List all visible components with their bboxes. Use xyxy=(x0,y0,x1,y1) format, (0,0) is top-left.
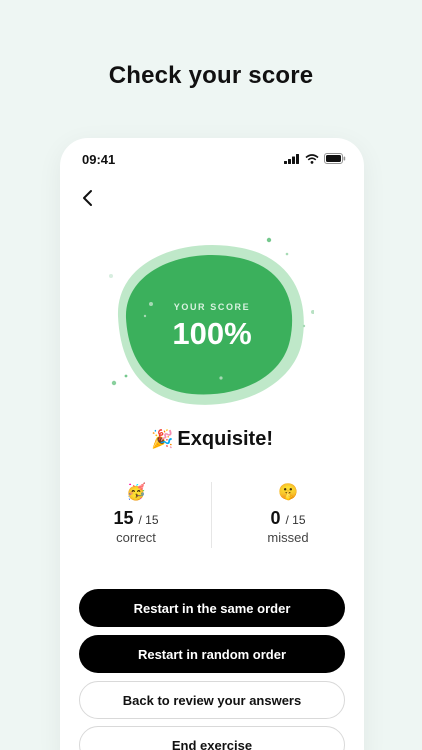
missed-count-total: / 15 xyxy=(285,513,306,527)
stat-correct: 🥳 15 / 15 correct xyxy=(60,482,212,545)
result-title: 🎉 Exquisite! xyxy=(60,428,364,451)
status-time: 09:41 xyxy=(82,152,116,167)
phone-screen: 09:41 YOUR SCORE 100% 🎉 Exquisite! 🥳 15 … xyxy=(60,138,364,750)
correct-count-value: 15 xyxy=(113,508,134,528)
stat-missed: 🤫 0 / 15 missed xyxy=(212,482,364,545)
shushing-face-icon: 🤫 xyxy=(278,484,298,501)
battery-icon xyxy=(324,153,346,164)
correct-label: correct xyxy=(116,530,156,545)
result-text: Exquisite! xyxy=(177,428,273,450)
signal-icon xyxy=(284,153,299,164)
score-value: 100% xyxy=(172,316,252,351)
page-headline: Check your score xyxy=(108,62,314,89)
review-answers-button[interactable]: Back to review your answers xyxy=(79,681,345,719)
correct-count: 15 / 15 xyxy=(60,508,212,529)
missed-count-value: 0 xyxy=(270,508,281,528)
correct-count-total: / 15 xyxy=(138,513,159,527)
status-icons xyxy=(284,153,346,164)
missed-count: 0 / 15 xyxy=(212,508,364,529)
restart-same-order-button[interactable]: Restart in the same order xyxy=(79,589,345,627)
stats-panel: 🥳 15 / 15 correct 🤫 0 / 15 missed xyxy=(60,482,364,548)
end-exercise-button[interactable]: End exercise xyxy=(79,726,345,750)
score-label: YOUR SCORE xyxy=(173,302,251,312)
party-face-icon: 🥳 xyxy=(126,484,146,501)
restart-random-order-button[interactable]: Restart in random order xyxy=(79,635,345,673)
party-popper-icon: 🎉 xyxy=(151,429,174,449)
status-bar: 09:41 xyxy=(82,152,346,168)
back-chevron-icon[interactable] xyxy=(76,186,100,210)
missed-label: missed xyxy=(267,530,309,545)
wifi-icon xyxy=(305,153,319,164)
